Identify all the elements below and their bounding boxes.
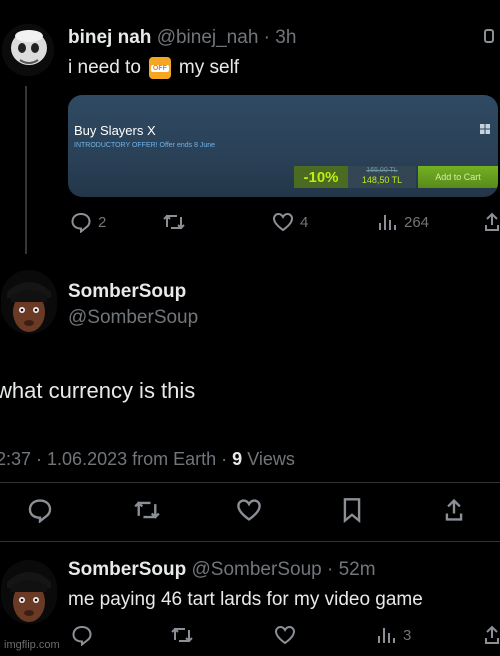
display-name[interactable]: SomberSoup (68, 559, 186, 580)
reply-icon (72, 625, 92, 647)
tweet-text: me paying 46 tart lards for my video gam… (68, 589, 423, 610)
original-price: 165,00 TL (366, 167, 398, 174)
views-count: 3 (403, 626, 412, 644)
views-button[interactable]: 264 (376, 211, 429, 233)
off-emoji-icon: OFF (148, 57, 171, 79)
timestamp[interactable]: · 52m (327, 559, 376, 580)
divider (0, 482, 500, 483)
heart-icon (274, 625, 296, 645)
views-icon (379, 215, 396, 230)
watermark: imgflip.com (4, 639, 60, 651)
thread-line (25, 86, 27, 254)
reply-button[interactable] (26, 497, 54, 528)
handle[interactable]: @binej_nah (157, 27, 259, 48)
add-to-cart-button[interactable]: Add to Cart (418, 166, 498, 188)
views-label: Views (247, 449, 295, 469)
tweet-text-before: i need to (68, 57, 141, 78)
timestamp[interactable]: 2:37 · 1.06.2023 from Earth · (0, 449, 227, 469)
share-button[interactable] (442, 497, 466, 528)
share-icon (485, 212, 499, 231)
share-button[interactable] (484, 211, 500, 238)
divider (0, 541, 500, 542)
tweet-meta: 2:37 · 1.06.2023 from Earth · 9 Views (0, 449, 295, 470)
share-icon (485, 625, 499, 644)
like-button[interactable] (274, 624, 296, 651)
reply-button[interactable] (71, 624, 93, 651)
bookmark-icon (343, 498, 361, 524)
views-count: 264 (404, 213, 430, 231)
timestamp[interactable]: · 3h (264, 27, 297, 48)
avatar[interactable] (1, 560, 57, 624)
heart-icon (237, 499, 261, 521)
heart-icon (272, 212, 294, 232)
discounted-price: 148,50 TL (361, 175, 403, 185)
handle[interactable]: @SomberSoup (68, 307, 198, 329)
tweet3-header: SomberSoup @SomberSoup · 52m (68, 559, 376, 581)
like-count: 4 (300, 213, 309, 231)
retweet-icon (171, 627, 193, 643)
price-box: 165,00 TL 148,50 TL (348, 166, 416, 188)
handle[interactable]: @SomberSoup (192, 559, 322, 580)
reply-icon (28, 499, 52, 524)
display-name[interactable]: binej nah (68, 27, 151, 48)
discount-badge: -10% (294, 166, 348, 188)
tweet-text-after: my self (178, 57, 240, 78)
retweet-icon (163, 214, 185, 230)
retweet-icon (134, 501, 160, 519)
views-button[interactable]: 3 (375, 624, 411, 646)
avatar[interactable] (2, 24, 54, 76)
reply-count: 2 (98, 213, 107, 231)
tweet1-header: binej nah @binej_nah · 3h (68, 27, 296, 49)
display-name[interactable]: SomberSoup (68, 281, 186, 303)
tweet-text: what currency is this (0, 378, 196, 403)
more-icon[interactable] (484, 28, 496, 44)
share-icon (445, 498, 463, 521)
avatar[interactable] (1, 270, 57, 334)
tweet1-text: i need to OFF my self (68, 57, 239, 79)
steam-promo-text: INTRODUCTORY OFFER! Offer ends 8 June (74, 142, 216, 149)
steam-game-title: Buy Slayers X (74, 123, 156, 138)
views-icon (378, 628, 395, 643)
steam-store-card[interactable]: Buy Slayers X INTRODUCTORY OFFER! Offer … (68, 95, 498, 197)
bookmark-button[interactable] (341, 497, 363, 528)
off-emoji-label: OFF (150, 64, 169, 72)
like-button[interactable] (235, 497, 263, 528)
views-count: 9 (232, 449, 243, 469)
reply-button[interactable]: 2 (70, 211, 106, 233)
share-button[interactable] (484, 624, 500, 651)
reply-icon (71, 212, 91, 233)
like-button[interactable]: 4 (272, 211, 308, 233)
retweet-button[interactable] (162, 211, 186, 233)
windows-icon (480, 121, 490, 134)
retweet-button[interactable] (170, 624, 194, 651)
retweet-button[interactable] (132, 497, 162, 528)
